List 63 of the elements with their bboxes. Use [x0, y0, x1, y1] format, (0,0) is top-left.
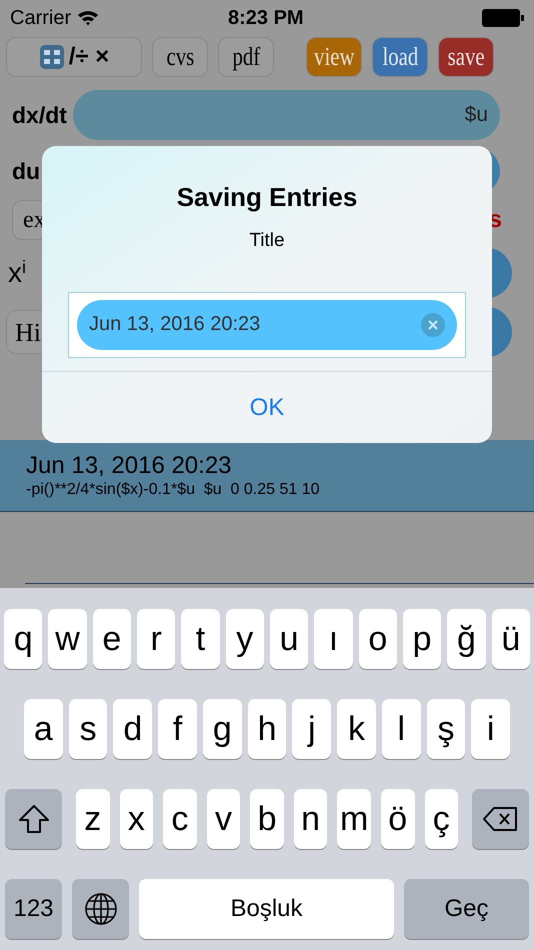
keyboard-key[interactable]: f [158, 699, 197, 759]
keyboard-key[interactable]: v [206, 789, 240, 849]
dialog-title: Saving Entries [176, 181, 358, 214]
keyboard-key[interactable]: o [358, 609, 397, 669]
keyboard-key[interactable]: n [294, 789, 328, 849]
return-key[interactable]: Geç [404, 879, 529, 939]
save-button[interactable]: save [438, 37, 494, 77]
battery-icon [482, 9, 524, 27]
numbers-key[interactable]: 123 [5, 879, 62, 939]
ok-button[interactable]: OK [42, 372, 492, 443]
shift-icon [18, 804, 50, 834]
view-button[interactable]: view [306, 37, 362, 77]
clock-label: 8:23 PM [228, 6, 304, 31]
keyboard-key[interactable]: l [382, 699, 421, 759]
keyboard-key[interactable]: p [402, 609, 442, 669]
keyboard-key[interactable]: a [24, 699, 63, 759]
keyboard-key[interactable]: m [337, 789, 371, 849]
space-key[interactable]: Boşluk [139, 879, 394, 939]
backspace-icon [482, 806, 519, 832]
keyboard-key[interactable]: j [292, 699, 332, 759]
keyboard-key[interactable]: ı [314, 609, 353, 669]
operators-button[interactable]: /÷ × [6, 37, 142, 77]
keyboard-key[interactable]: z [76, 789, 110, 849]
keyboard-key[interactable]: s [68, 699, 108, 759]
xi-label: x$^{i}$ [8, 256, 26, 290]
wifi-icon [77, 10, 100, 26]
keyboard-key[interactable]: e [92, 609, 131, 669]
entry-row[interactable]: Jun 13, 2016 20:23 -pi()**2/4*sin($x)-0.1*$u $u 0 0.25 51 10 [0, 440, 534, 512]
export-button[interactable]: cvs [152, 37, 208, 77]
dialog-message: Title [249, 229, 285, 253]
abcd-icon [38, 44, 65, 70]
keyboard-key[interactable]: i [471, 699, 510, 759]
export-button[interactable]: pdf [218, 37, 274, 77]
keyboard-key[interactable]: k [337, 699, 376, 759]
keyboard-key[interactable]: r [136, 609, 176, 669]
load-button[interactable]: load [372, 37, 428, 77]
globe-key[interactable] [72, 879, 129, 939]
keyboard-key[interactable]: y [226, 609, 264, 669]
entry-title: Jun 13, 2016 20:23 [26, 452, 232, 480]
keyboard-key[interactable]: c [163, 789, 197, 849]
keyboard-key[interactable]: ş [426, 699, 466, 759]
keyboard-key[interactable]: ü [492, 609, 530, 669]
keyboard-key[interactable]: w [48, 609, 87, 669]
keyboard-key[interactable]: ç [424, 789, 458, 849]
keyboard-key[interactable]: d [113, 699, 152, 759]
keyboard-key[interactable]: t [181, 609, 220, 669]
keyboard-key[interactable]: h [248, 699, 286, 759]
keyboard-key[interactable]: b [250, 789, 284, 849]
derivative-field[interactable]: $u [72, 90, 500, 140]
backspace-key[interactable] [472, 789, 530, 849]
keyboard-key[interactable]: g [202, 699, 242, 759]
keyboard-key[interactable]: q [4, 609, 42, 669]
keyboard-key[interactable]: u [270, 609, 308, 669]
shift-key[interactable] [5, 789, 62, 849]
globe-icon [84, 892, 118, 926]
title-field[interactable]: Jun 13, 2016 20:23 [77, 300, 457, 350]
dx-dt-label: dx/dt [12, 100, 67, 130]
keyboard-key[interactable]: x [120, 789, 154, 849]
keyboard-key[interactable]: ğ [447, 609, 486, 669]
carrier-label: Carrier [10, 6, 72, 31]
du-label: du [12, 156, 40, 186]
entry-detail: -pi()**2/4*sin($x)-0.1*$u $u 0 0.25 51 10 [26, 480, 320, 500]
keyboard-key[interactable]: ö [380, 789, 414, 849]
